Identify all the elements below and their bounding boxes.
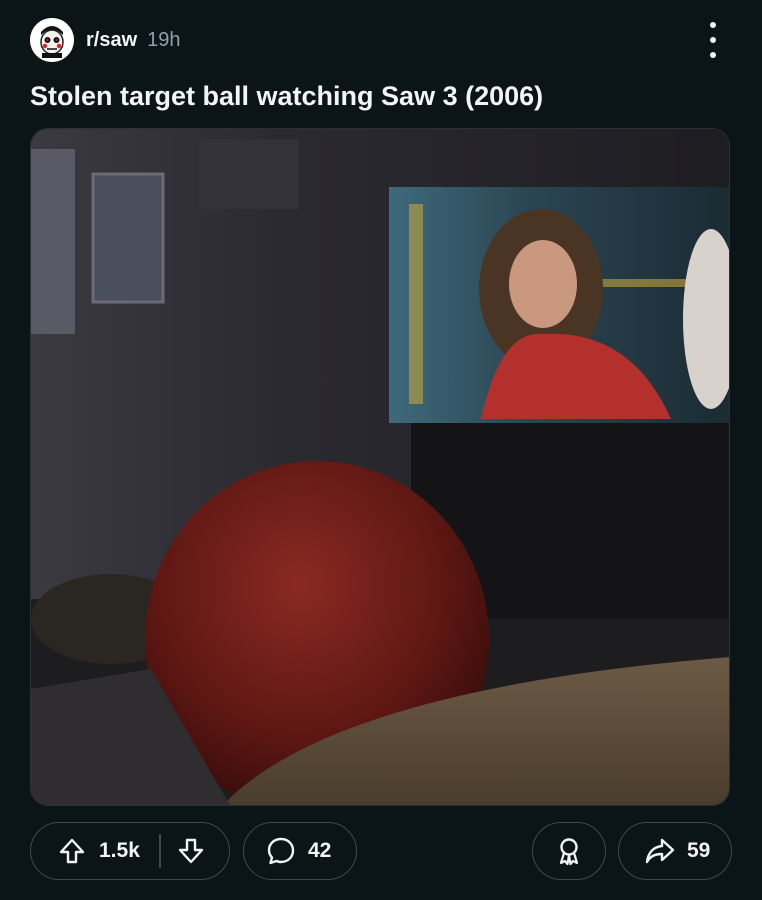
post-actions: 1.5k 42 59: [30, 822, 732, 882]
share-button[interactable]: 59: [618, 822, 732, 880]
vote-control: 1.5k: [30, 822, 230, 880]
more-options-button[interactable]: [700, 22, 726, 58]
post-header: r/saw 19h: [30, 16, 181, 64]
jigsaw-puppet-icon: [30, 18, 74, 62]
award-ribbon-icon: [559, 838, 579, 866]
post-title[interactable]: Stolen target ball watching Saw 3 (2006): [30, 76, 730, 116]
award-button[interactable]: [532, 822, 606, 880]
comment-count: 42: [308, 839, 332, 862]
post-image[interactable]: [30, 128, 730, 806]
more-vertical-icon: [710, 22, 716, 28]
comment-bubble-icon: [267, 837, 295, 865]
vote-divider: [159, 834, 161, 868]
arrow-down-icon: [178, 838, 203, 864]
share-count: 59: [687, 839, 711, 862]
upvote-count: 1.5k: [99, 839, 140, 862]
post-age: 19h: [147, 28, 181, 51]
upvote-button[interactable]: [49, 837, 95, 865]
share-arrow-icon: [645, 838, 675, 864]
comment-icon-wrap: [264, 836, 298, 866]
subreddit-name[interactable]: r/saw: [86, 29, 137, 52]
subreddit-avatar[interactable]: [30, 18, 74, 62]
photo-illustration: [31, 129, 729, 805]
share-icon-wrap: [643, 836, 677, 866]
comments-button[interactable]: 42: [243, 822, 357, 880]
arrow-up-icon: [59, 838, 85, 864]
downvote-button[interactable]: [167, 837, 215, 865]
